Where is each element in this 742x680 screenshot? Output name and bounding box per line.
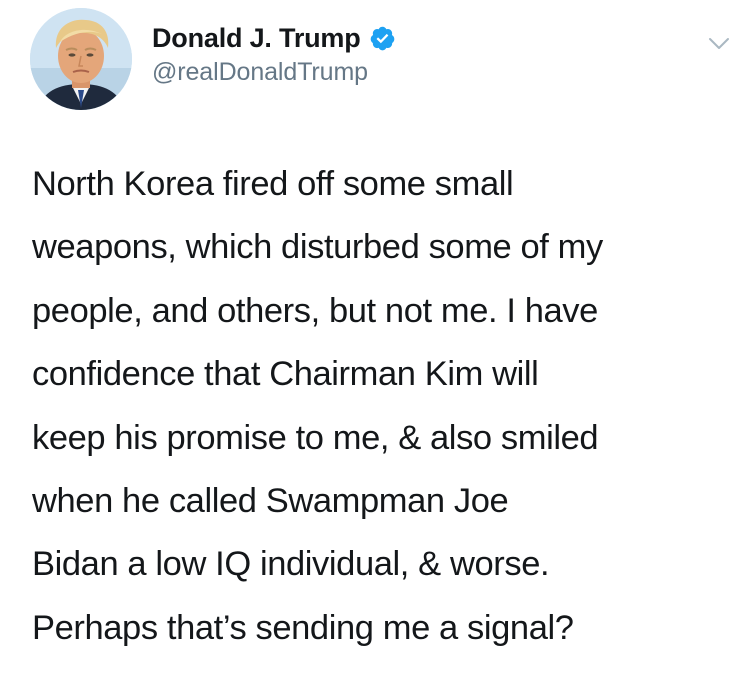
tweet-text-line: confidence that Chairman Kim will bbox=[32, 355, 539, 394]
tweet-card: Donald J. Trump @realDonaldTrump North K… bbox=[0, 0, 742, 680]
display-name-row: Donald J. Trump bbox=[152, 20, 396, 56]
author-names: Donald J. Trump @realDonaldTrump bbox=[152, 20, 396, 87]
tweet-text-line: people, and others, but not me. I have bbox=[32, 291, 598, 330]
tweet-header: Donald J. Trump @realDonaldTrump bbox=[30, 8, 730, 110]
display-name[interactable]: Donald J. Trump bbox=[152, 23, 361, 54]
tweet-text: North Korea fired off some small weapons… bbox=[32, 153, 732, 660]
tweet-text-line: when he called Swampman Joe bbox=[32, 482, 509, 521]
tweet-text-line: weapons, which disturbed some of my bbox=[32, 228, 603, 267]
tweet-text-line: Perhaps that’s sending me a signal? bbox=[32, 608, 574, 647]
author-handle[interactable]: @realDonaldTrump bbox=[152, 58, 396, 87]
tweet-text-line: keep his promise to me, & also smiled bbox=[32, 418, 599, 457]
verified-badge-icon bbox=[369, 25, 396, 52]
tweet-text-line: North Korea fired off some small bbox=[32, 165, 514, 203]
chevron-down-icon[interactable] bbox=[706, 30, 732, 56]
avatar[interactable] bbox=[30, 8, 132, 110]
tweet-text-line: Bidan a low IQ individual, & worse. bbox=[32, 545, 550, 584]
avatar-image bbox=[30, 8, 132, 110]
